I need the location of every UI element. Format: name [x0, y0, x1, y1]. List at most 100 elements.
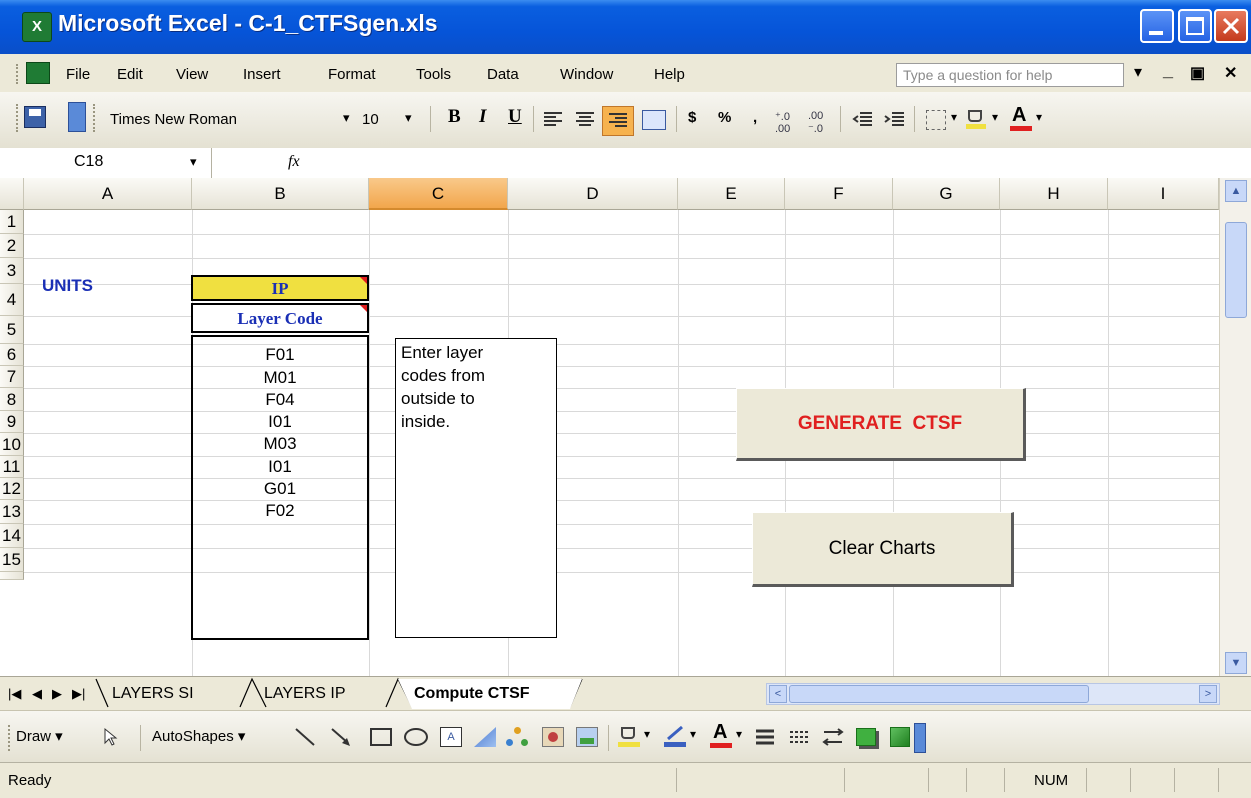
fill-color-icon[interactable] — [966, 108, 986, 130]
currency-button[interactable]: $ — [688, 109, 696, 126]
column-header-b[interactable]: B — [192, 178, 369, 210]
column-header-a[interactable]: A — [24, 178, 192, 210]
prev-sheet-icon[interactable]: ◀ — [32, 686, 42, 702]
layer-code-cell[interactable]: I01 — [193, 412, 367, 432]
workbook-icon[interactable] — [26, 62, 50, 84]
align-center-icon[interactable] — [574, 110, 596, 130]
doc-minimize-icon[interactable]: _ — [1163, 60, 1173, 81]
rectangle-icon[interactable] — [370, 728, 392, 746]
excel-app-icon[interactable]: X — [22, 12, 52, 42]
row-header-16[interactable] — [0, 572, 24, 580]
line-color-dropdown-icon[interactable]: ▾ — [690, 727, 696, 741]
minimize-button[interactable] — [1140, 9, 1174, 43]
scroll-left-icon[interactable]: < — [769, 685, 787, 703]
name-box-dropdown-icon[interactable]: ▾ — [190, 154, 197, 170]
name-box[interactable]: C18 — [0, 148, 212, 178]
bold-button[interactable]: B — [448, 106, 461, 128]
fill-color-dropdown-icon[interactable]: ▾ — [992, 110, 998, 124]
doc-restore-icon[interactable]: ▣ — [1190, 63, 1205, 83]
insert-function-icon[interactable]: fx — [288, 153, 300, 171]
fill-color-draw-dropdown-icon[interactable]: ▾ — [644, 727, 650, 741]
oval-icon[interactable] — [404, 728, 428, 746]
menu-edit[interactable]: Edit — [117, 66, 143, 83]
row-header-14[interactable]: 14 — [0, 524, 24, 548]
diagram-icon[interactable] — [506, 727, 528, 747]
layer-code-cell[interactable]: M03 — [193, 434, 367, 454]
row-header-11[interactable]: 11 — [0, 456, 24, 478]
horizontal-scroll-thumb[interactable] — [789, 685, 1089, 703]
merge-center-icon[interactable] — [642, 110, 666, 130]
column-header-g[interactable]: G — [893, 178, 1000, 210]
column-header-d[interactable]: D — [508, 178, 678, 210]
insert-picture-icon[interactable] — [576, 727, 598, 747]
row-header-9[interactable]: 9 — [0, 411, 24, 433]
menu-tools[interactable]: Tools — [416, 66, 451, 83]
scroll-down-icon[interactable]: ▼ — [1225, 652, 1247, 674]
row-header-5[interactable]: 5 — [0, 316, 24, 344]
layer-code-cell[interactable]: F04 — [193, 390, 367, 410]
save-icon[interactable] — [24, 106, 46, 128]
horizontal-scrollbar[interactable]: < > — [766, 683, 1220, 705]
menu-help[interactable]: Help — [654, 66, 685, 83]
align-right-button[interactable] — [602, 106, 634, 136]
sheet-tab-compute-ctsf[interactable]: Compute CTSF — [414, 685, 530, 703]
font-name-dropdown-icon[interactable]: ▾ — [343, 110, 350, 126]
layer-code-cell[interactable]: I01 — [193, 457, 367, 477]
layer-code-cell[interactable]: M01 — [193, 368, 367, 388]
font-color-dropdown-icon[interactable]: ▾ — [1036, 110, 1042, 124]
font-size-select[interactable]: 10 — [356, 108, 400, 134]
row-header-15[interactable]: 15 — [0, 548, 24, 572]
wordart-icon[interactable] — [474, 727, 496, 747]
row-header-13[interactable]: 13 — [0, 500, 24, 524]
layer-code-cell[interactable]: F01 — [193, 345, 367, 365]
generate-ctsf-button[interactable]: GENERATE CTSF — [736, 388, 1026, 461]
fill-color-draw-icon[interactable] — [618, 725, 640, 749]
font-color-icon[interactable]: A — [1010, 104, 1032, 132]
percent-button[interactable]: % — [718, 109, 731, 126]
increase-indent-icon[interactable] — [884, 110, 906, 130]
last-sheet-icon[interactable]: ▶| — [72, 686, 85, 702]
column-header-i[interactable]: I — [1108, 178, 1219, 210]
font-size-dropdown-icon[interactable]: ▾ — [405, 110, 412, 126]
sheet-tab-layers-ip[interactable]: LAYERS IP — [264, 685, 346, 703]
maximize-button[interactable] — [1178, 9, 1212, 43]
row-header-6[interactable]: 6 — [0, 344, 24, 366]
scroll-thumb[interactable] — [1225, 222, 1247, 318]
borders-icon[interactable] — [926, 110, 946, 130]
column-header-f[interactable]: F — [785, 178, 893, 210]
italic-button[interactable]: I — [479, 106, 486, 128]
dash-style-icon[interactable] — [788, 727, 810, 747]
column-header-e[interactable]: E — [678, 178, 785, 210]
help-search-input[interactable]: Type a question for help — [896, 63, 1124, 87]
vertical-scrollbar[interactable]: ▲ ▼ — [1219, 178, 1251, 676]
row-header-2[interactable]: 2 — [0, 234, 24, 258]
line-color-icon[interactable] — [664, 725, 686, 749]
toolbar-options-icon[interactable] — [914, 723, 926, 753]
font-name-select[interactable]: Times New Roman — [104, 108, 336, 134]
align-left-icon[interactable] — [542, 110, 564, 130]
sheet-tab-layers-si[interactable]: LAYERS SI — [112, 685, 194, 703]
layer-code-header-cell[interactable]: Layer Code — [191, 303, 369, 333]
select-all-corner[interactable] — [0, 178, 24, 210]
column-header-c[interactable]: C — [369, 178, 508, 210]
text-box-icon[interactable]: A — [440, 727, 462, 747]
close-button[interactable] — [1214, 9, 1248, 43]
first-sheet-icon[interactable]: |◀ — [8, 686, 21, 702]
shadow-style-icon[interactable] — [856, 728, 876, 746]
menu-window[interactable]: Window — [560, 66, 613, 83]
doc-close-icon[interactable]: ✕ — [1224, 63, 1237, 83]
row-header-10[interactable]: 10 — [0, 433, 24, 456]
instructions-textbox[interactable]: Enter layer codes from outside to inside… — [395, 338, 557, 638]
3d-style-icon[interactable] — [890, 727, 910, 747]
menu-format[interactable]: Format — [328, 66, 376, 83]
column-header-h[interactable]: H — [1000, 178, 1108, 210]
clear-charts-button[interactable]: Clear Charts — [752, 512, 1014, 587]
menu-data[interactable]: Data — [487, 66, 519, 83]
layer-code-cell[interactable]: G01 — [193, 479, 367, 499]
scroll-up-icon[interactable]: ▲ — [1225, 180, 1247, 202]
select-objects-icon[interactable] — [102, 727, 120, 747]
line-icon[interactable] — [294, 727, 316, 747]
help-dropdown-icon[interactable]: ▾ — [1134, 62, 1142, 82]
menu-insert[interactable]: Insert — [243, 66, 281, 83]
row-header-3[interactable]: 3 — [0, 258, 24, 284]
